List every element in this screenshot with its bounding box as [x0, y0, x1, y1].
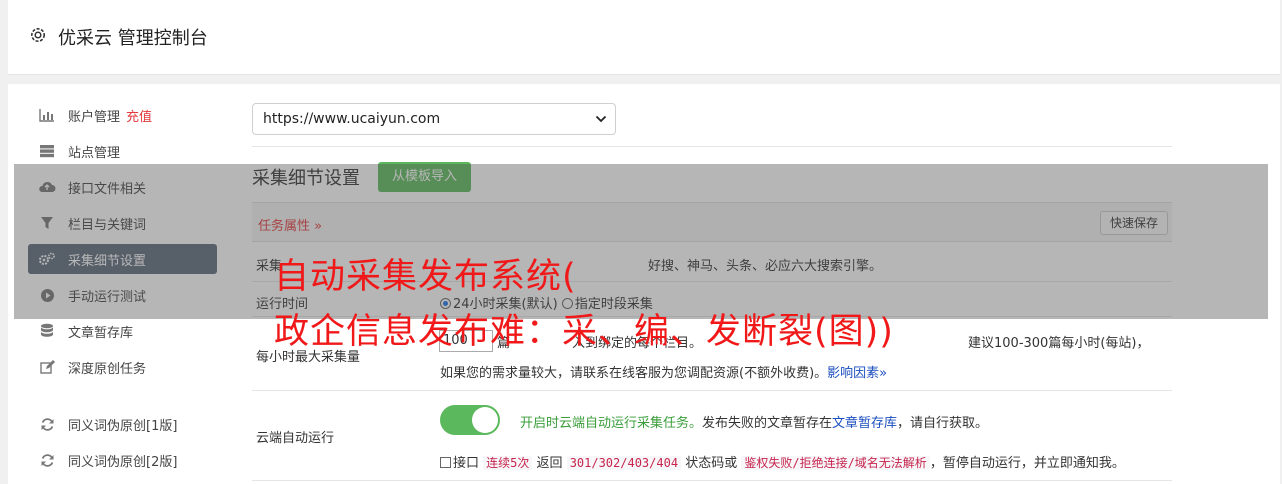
refresh-icon	[38, 451, 56, 469]
sidebar-item-account[interactable]: 账户管理 充值	[28, 100, 217, 130]
overlay-headline-line-1: 自动采集发布系统(	[274, 257, 577, 297]
page-title: 优采云 管理控制台	[58, 28, 208, 49]
sidebar-item-label: 同义词伪原创[1版]	[68, 418, 178, 434]
sidebar-item-label: 深度原创任务	[68, 361, 147, 377]
sidebar-item-label: 同义词伪原创[2版]	[68, 454, 178, 470]
impact-factors-link[interactable]: 影响因素»	[827, 366, 887, 381]
edit-icon	[38, 358, 56, 376]
sidebar-item-synonym-v1[interactable]: 同义词伪原创[1版]	[28, 409, 217, 439]
sidebar-item-article-store[interactable]: 文章暂存库	[28, 316, 217, 346]
max-collect-contact: 如果您的需求量较大，请联系在线客服为您调配资源(不额外收费)。影响因素»	[440, 366, 888, 381]
row-divider	[252, 390, 1172, 391]
max-collect-suggest: 建议100-300篇每小时(每站)，	[968, 336, 1150, 351]
toggle-knob	[472, 407, 498, 433]
app-header: 优采云 管理控制台	[8, 0, 1280, 75]
chevron-down-icon	[595, 115, 607, 123]
sidebar-item-synonym-v2[interactable]: 同义词伪原创[2版]	[28, 445, 217, 475]
site-select-value: https://www.ucaiyun.com	[263, 111, 441, 127]
sidebar-item-label: 文章暂存库	[68, 325, 134, 341]
sidebar-item-sites[interactable]: 站点管理	[28, 136, 217, 166]
database-icon	[38, 322, 56, 340]
recharge-link[interactable]: 充值	[126, 106, 152, 125]
sidebar-item-label: 账户管理	[68, 109, 121, 125]
sidebar-item-label: 站点管理	[68, 145, 121, 161]
gear-icon	[31, 28, 45, 42]
interface-pause-checkbox[interactable]	[440, 457, 451, 468]
cloud-run-toggle[interactable]	[440, 405, 500, 435]
double-chevron-down-icon: »	[879, 366, 888, 381]
overlay-band	[14, 164, 1268, 319]
article-store-link[interactable]: 文章暂存库	[832, 416, 897, 431]
site-select[interactable]: https://www.ucaiyun.com	[252, 103, 616, 135]
row-divider	[252, 480, 1172, 481]
bar-chart-icon	[38, 106, 56, 124]
overlay-headline-line-2: 政企信息发布难：采、编、发断裂(图))	[274, 312, 894, 352]
divider	[252, 146, 1172, 147]
interface-pause-option: 接口 连续5次 返回 301/302/403/404 状态码或 鉴权失败/拒绝连…	[440, 452, 1125, 471]
cloud-run-desc: 开启时云端自动运行采集任务。发布失败的文章暂存在文章暂存库，请自行获取。	[520, 416, 989, 431]
cloud-run-label: 云端自动运行	[256, 431, 335, 446]
sidebar-item-deep-original[interactable]: 深度原创任务	[28, 352, 217, 382]
refresh-icon	[38, 415, 56, 433]
server-icon	[38, 142, 56, 160]
